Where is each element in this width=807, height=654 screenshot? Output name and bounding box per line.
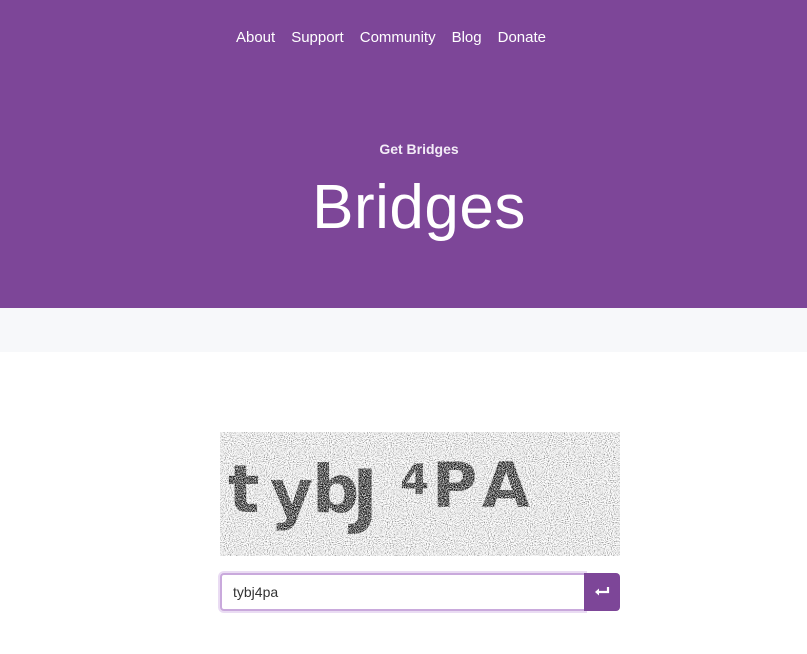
captcha-char: t xyxy=(228,451,260,528)
nav-link-support[interactable]: Support xyxy=(283,27,352,49)
page-title: Bridges xyxy=(312,173,526,242)
header-band xyxy=(0,308,807,352)
nav-link-community[interactable]: Community xyxy=(352,27,444,49)
hero-banner: About Support Community Blog Donate Get … xyxy=(0,0,807,308)
captcha-form xyxy=(220,573,620,611)
submit-button[interactable] xyxy=(584,573,620,611)
captcha-char: P xyxy=(432,449,477,522)
captcha-image: t y b J 4 P A xyxy=(220,432,620,556)
captcha-char: A xyxy=(482,449,530,522)
captcha-char: y xyxy=(270,455,313,532)
nav-link-blog[interactable]: Blog xyxy=(444,27,490,49)
captcha-input[interactable] xyxy=(220,573,585,611)
captcha-char: 4 xyxy=(400,455,429,504)
page-eyebrow: Get Bridges xyxy=(379,141,459,157)
nav-link-about[interactable]: About xyxy=(228,27,283,49)
top-nav: About Support Community Blog Donate xyxy=(0,27,782,49)
enter-icon xyxy=(594,586,610,598)
captcha-char: J xyxy=(348,455,378,537)
nav-link-donate[interactable]: Donate xyxy=(490,27,554,49)
